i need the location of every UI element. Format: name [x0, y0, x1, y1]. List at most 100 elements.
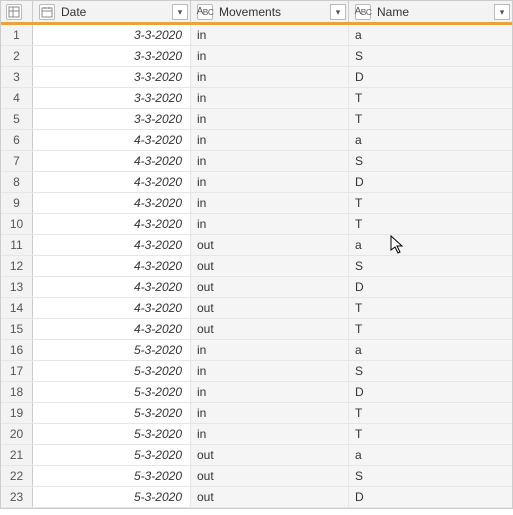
cell-name[interactable]: a [349, 235, 512, 255]
cell-date[interactable]: 5-3-2020 [33, 487, 191, 507]
cell-date[interactable]: 5-3-2020 [33, 445, 191, 465]
cell-movements[interactable]: in [191, 340, 349, 360]
table-row[interactable]: 23-3-2020inS [1, 46, 512, 67]
cell-date[interactable]: 4-3-2020 [33, 256, 191, 276]
table-row[interactable]: 124-3-2020outS [1, 256, 512, 277]
table-row[interactable]: 154-3-2020outT [1, 319, 512, 340]
cell-date[interactable]: 5-3-2020 [33, 403, 191, 423]
table-row[interactable]: 205-3-2020inT [1, 424, 512, 445]
cell-name[interactable]: S [349, 151, 512, 171]
cell-date[interactable]: 4-3-2020 [33, 130, 191, 150]
cell-movements[interactable]: out [191, 256, 349, 276]
cell-date[interactable]: 4-3-2020 [33, 298, 191, 318]
cell-movements[interactable]: in [191, 67, 349, 87]
cell-movements[interactable]: in [191, 382, 349, 402]
table-row[interactable]: 94-3-2020inT [1, 193, 512, 214]
cell-name[interactable]: S [349, 466, 512, 486]
cell-name[interactable]: D [349, 277, 512, 297]
column-header-movements[interactable]: ABC Movements ▾ [191, 1, 349, 22]
select-all-corner[interactable] [1, 1, 33, 22]
cell-date[interactable]: 4-3-2020 [33, 319, 191, 339]
cell-movements[interactable]: out [191, 466, 349, 486]
table-row[interactable]: 185-3-2020inD [1, 382, 512, 403]
cell-movements[interactable]: in [191, 151, 349, 171]
cell-name[interactable]: S [349, 256, 512, 276]
cell-date[interactable]: 3-3-2020 [33, 109, 191, 129]
cell-date[interactable]: 5-3-2020 [33, 466, 191, 486]
table-row[interactable]: 114-3-2020outa [1, 235, 512, 256]
cell-movements[interactable]: in [191, 214, 349, 234]
cell-date[interactable]: 3-3-2020 [33, 67, 191, 87]
cell-name[interactable]: D [349, 382, 512, 402]
cell-movements[interactable]: out [191, 487, 349, 507]
table-row[interactable]: 134-3-2020outD [1, 277, 512, 298]
cell-date[interactable]: 3-3-2020 [33, 25, 191, 45]
filter-dropdown-date[interactable]: ▾ [172, 4, 188, 20]
column-header-name[interactable]: ABC Name ▾ [349, 1, 512, 22]
cell-name[interactable]: D [349, 67, 512, 87]
table-row[interactable]: 195-3-2020inT [1, 403, 512, 424]
cell-date[interactable]: 5-3-2020 [33, 424, 191, 444]
cell-movements[interactable]: in [191, 403, 349, 423]
table-row[interactable]: 43-3-2020inT [1, 88, 512, 109]
cell-name[interactable]: T [349, 193, 512, 213]
table-row[interactable]: 53-3-2020inT [1, 109, 512, 130]
cell-date[interactable]: 3-3-2020 [33, 46, 191, 66]
row-number: 13 [1, 277, 33, 297]
cell-date[interactable]: 5-3-2020 [33, 340, 191, 360]
cell-movements[interactable]: in [191, 46, 349, 66]
cell-movements[interactable]: in [191, 361, 349, 381]
table-row[interactable]: 215-3-2020outa [1, 445, 512, 466]
cell-name[interactable]: T [349, 403, 512, 423]
column-header-date[interactable]: Date ▾ [33, 1, 191, 22]
cell-name[interactable]: D [349, 172, 512, 192]
cell-date[interactable]: 4-3-2020 [33, 277, 191, 297]
cell-movements[interactable]: in [191, 424, 349, 444]
cell-name[interactable]: S [349, 361, 512, 381]
filter-dropdown-name[interactable]: ▾ [494, 4, 510, 20]
table-row[interactable]: 84-3-2020inD [1, 172, 512, 193]
cell-movements[interactable]: out [191, 298, 349, 318]
cell-name[interactable]: S [349, 46, 512, 66]
cell-movements[interactable]: out [191, 235, 349, 255]
cell-date[interactable]: 5-3-2020 [33, 361, 191, 381]
cell-date[interactable]: 4-3-2020 [33, 151, 191, 171]
table-row[interactable]: 144-3-2020outT [1, 298, 512, 319]
table-row[interactable]: 175-3-2020inS [1, 361, 512, 382]
table-row[interactable]: 13-3-2020ina [1, 25, 512, 46]
cell-name[interactable]: T [349, 109, 512, 129]
cell-date[interactable]: 4-3-2020 [33, 235, 191, 255]
cell-name[interactable]: T [349, 424, 512, 444]
table-row[interactable]: 64-3-2020ina [1, 130, 512, 151]
cell-date[interactable]: 4-3-2020 [33, 172, 191, 192]
cell-name[interactable]: a [349, 445, 512, 465]
cell-movements[interactable]: out [191, 445, 349, 465]
cell-movements[interactable]: in [191, 25, 349, 45]
table-row[interactable]: 235-3-2020outD [1, 487, 512, 508]
cell-movements[interactable]: in [191, 172, 349, 192]
cell-date[interactable]: 4-3-2020 [33, 193, 191, 213]
cell-movements[interactable]: in [191, 109, 349, 129]
table-row[interactable]: 165-3-2020ina [1, 340, 512, 361]
cell-movements[interactable]: out [191, 319, 349, 339]
cell-movements[interactable]: in [191, 193, 349, 213]
cell-name[interactable]: T [349, 319, 512, 339]
table-row[interactable]: 225-3-2020outS [1, 466, 512, 487]
cell-name[interactable]: T [349, 88, 512, 108]
cell-date[interactable]: 5-3-2020 [33, 382, 191, 402]
table-row[interactable]: 74-3-2020inS [1, 151, 512, 172]
filter-dropdown-movements[interactable]: ▾ [330, 4, 346, 20]
table-row[interactable]: 33-3-2020inD [1, 67, 512, 88]
cell-name[interactable]: a [349, 25, 512, 45]
cell-name[interactable]: a [349, 130, 512, 150]
table-row[interactable]: 104-3-2020inT [1, 214, 512, 235]
cell-name[interactable]: T [349, 214, 512, 234]
cell-movements[interactable]: out [191, 277, 349, 297]
cell-name[interactable]: a [349, 340, 512, 360]
cell-movements[interactable]: in [191, 130, 349, 150]
cell-movements[interactable]: in [191, 88, 349, 108]
cell-name[interactable]: D [349, 487, 512, 507]
cell-name[interactable]: T [349, 298, 512, 318]
cell-date[interactable]: 4-3-2020 [33, 214, 191, 234]
cell-date[interactable]: 3-3-2020 [33, 88, 191, 108]
